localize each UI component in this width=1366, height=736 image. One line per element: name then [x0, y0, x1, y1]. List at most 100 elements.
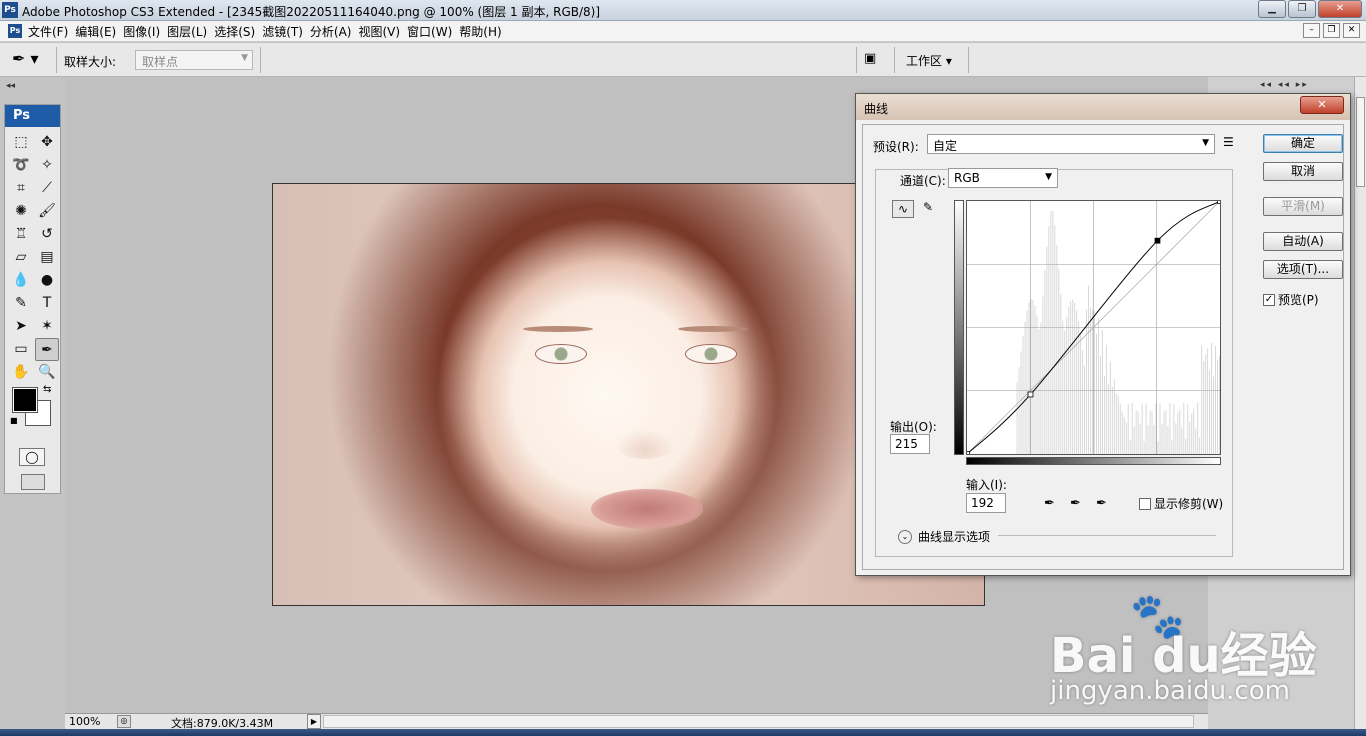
histogram-bar — [1187, 404, 1189, 454]
curve-control-point[interactable] — [966, 451, 970, 455]
bridge-icon[interactable]: ▣ — [864, 51, 886, 69]
quick-mask-button[interactable]: ◯ — [19, 448, 45, 466]
sample-size-value: 取样点 — [142, 55, 179, 69]
histogram-bar — [1105, 344, 1107, 454]
doc-minimize-button[interactable]: – — [1303, 23, 1320, 38]
gradient-tool-icon[interactable]: ▤ — [35, 246, 59, 269]
preview-option[interactable]: ✓ 预览(P) — [1263, 291, 1319, 308]
histogram-bar — [1123, 416, 1125, 454]
default-colors-icon[interactable]: ■ — [10, 416, 18, 425]
lasso-tool-icon[interactable]: ➰ — [9, 154, 33, 177]
slice-tool-icon[interactable]: ⟋ — [35, 177, 59, 200]
minimize-button[interactable]: ▁ — [1258, 0, 1286, 18]
show-clipping-option[interactable]: 显示修剪(W) — [1139, 495, 1223, 512]
panel-collapse-icons[interactable]: ◂◂ ◂◂ ▸▸ — [1260, 80, 1309, 90]
histogram-bar — [1042, 296, 1044, 454]
input-field[interactable]: 192 — [966, 493, 1006, 513]
status-menu-arrow-icon[interactable]: ▶ — [307, 714, 321, 729]
dialog-close-button[interactable]: ✕ — [1300, 96, 1344, 114]
eraser-tool-icon[interactable]: ▱ — [9, 246, 33, 269]
clone-stamp-tool-icon[interactable]: ♖ — [9, 223, 33, 246]
scrollbar-thumb[interactable] — [1356, 97, 1365, 187]
marquee-tool-icon[interactable]: ⬚ — [9, 131, 33, 154]
preset-select[interactable]: 自定 ▼ — [927, 134, 1215, 154]
histogram-bar — [1173, 403, 1175, 454]
sample-size-select[interactable]: 取样点 ▼ — [135, 50, 253, 70]
white-point-eyedropper-icon[interactable]: ✒ — [1096, 496, 1107, 511]
magic-wand-tool-icon[interactable]: ✧ — [35, 154, 59, 177]
menu-edit[interactable]: 编辑(E) — [75, 23, 123, 40]
histogram-bar — [1141, 403, 1143, 454]
pen-tool-icon[interactable]: ✎ — [9, 292, 33, 315]
doc-close-button[interactable]: ✕ — [1343, 23, 1360, 38]
curve-control-point[interactable] — [1027, 391, 1034, 398]
chevron-down-icon: ▼ — [1202, 138, 1209, 148]
output-field[interactable]: 215 — [890, 434, 930, 454]
black-point-eyedropper-icon[interactable]: ✒ — [1044, 496, 1055, 511]
histogram-bar — [1066, 317, 1068, 454]
brush-tool-icon[interactable]: 🖌 — [35, 200, 59, 223]
curve-graph[interactable] — [966, 200, 1221, 455]
histogram — [1016, 210, 1220, 454]
menu-window[interactable]: 窗口(W) — [407, 23, 459, 40]
menu-select[interactable]: 选择(S) — [214, 23, 262, 40]
workspace-menu[interactable]: 工作区 ▾ — [906, 52, 952, 69]
eyedropper-tool-icon[interactable]: ✒ — [35, 338, 59, 361]
eyedropper-tool-preset-icon[interactable]: ✒ ▾ — [12, 49, 52, 71]
vertical-scrollbar[interactable] — [1354, 77, 1366, 736]
histogram-bar — [1088, 285, 1090, 454]
dodge-tool-icon[interactable]: ● — [35, 269, 59, 292]
hand-tool-icon[interactable]: ✋ — [9, 361, 33, 384]
pencil-draw-icon[interactable]: ✎ — [918, 200, 938, 218]
doc-restore-button[interactable]: ❐ — [1323, 23, 1340, 38]
collapse-icon[interactable]: ◂◂ — [6, 81, 15, 91]
curve-edit-points-icon[interactable]: ∿ — [892, 200, 914, 218]
histogram-bar — [1062, 320, 1064, 454]
ok-button[interactable]: 确定 — [1263, 134, 1343, 153]
healing-brush-tool-icon[interactable]: ✺ — [9, 200, 33, 223]
menu-filter[interactable]: 滤镜(T) — [262, 23, 310, 40]
options-button[interactable]: 选项(T)... — [1263, 260, 1343, 279]
custom-shape-tool-icon[interactable]: ✶ — [35, 315, 59, 338]
curve-control-point[interactable] — [1217, 200, 1221, 204]
menu-layer[interactable]: 图层(L) — [167, 23, 214, 40]
horizontal-scrollbar[interactable] — [323, 715, 1194, 728]
histogram-bar — [1099, 356, 1101, 454]
show-clipping-checkbox[interactable] — [1139, 497, 1151, 510]
menu-view[interactable]: 视图(V) — [358, 23, 407, 40]
curve-control-point[interactable] — [1154, 237, 1161, 244]
menu-file[interactable]: 文件(F) — [28, 23, 75, 40]
zoom-level[interactable]: 100% — [69, 715, 100, 728]
blur-tool-icon[interactable]: 💧 — [9, 269, 33, 292]
preview-checkbox[interactable]: ✓ — [1263, 293, 1275, 306]
swap-colors-icon[interactable]: ⇆ — [43, 384, 51, 395]
preset-options-icon[interactable]: ☰ — [1223, 135, 1234, 149]
move-tool-icon[interactable]: ✥ — [35, 131, 59, 154]
crop-tool-icon[interactable]: ⌗ — [9, 177, 33, 200]
path-selection-tool-icon[interactable]: ➤ — [9, 315, 33, 338]
menu-analysis[interactable]: 分析(A) — [310, 23, 359, 40]
histogram-bar — [1111, 386, 1113, 454]
close-button[interactable]: ✕ — [1318, 0, 1362, 18]
auto-button[interactable]: 自动(A) — [1263, 232, 1343, 251]
channel-select[interactable]: RGB ▼ — [948, 168, 1058, 188]
histogram-bar — [1040, 322, 1042, 454]
zoom-tool-icon[interactable]: 🔍 — [35, 361, 59, 384]
screen-mode-button[interactable] — [21, 474, 45, 490]
expand-chevron-icon[interactable]: ⌄ — [898, 529, 912, 544]
chevron-down-icon: ▼ — [1045, 172, 1052, 182]
curve-display-options[interactable]: ⌄ 曲线显示选项 — [898, 528, 990, 545]
notes-tool-icon[interactable]: ▭ — [9, 338, 33, 361]
menu-help[interactable]: 帮助(H) — [459, 23, 508, 40]
history-brush-tool-icon[interactable]: ↺ — [35, 223, 59, 246]
histogram-bar — [1153, 424, 1155, 454]
smooth-button[interactable]: 平滑(M) — [1263, 197, 1343, 216]
gray-point-eyedropper-icon[interactable]: ✒ — [1070, 496, 1081, 511]
type-tool-icon[interactable]: T — [35, 292, 59, 315]
menu-image[interactable]: 图像(I) — [123, 23, 167, 40]
foreground-color-swatch[interactable] — [13, 388, 37, 412]
cancel-button[interactable]: 取消 — [1263, 162, 1343, 181]
zoom-preview-icon[interactable]: ◎ — [117, 715, 131, 728]
photoshop-menu-icon[interactable]: Ps — [8, 24, 22, 38]
maximize-button[interactable]: ❐ — [1288, 0, 1316, 18]
